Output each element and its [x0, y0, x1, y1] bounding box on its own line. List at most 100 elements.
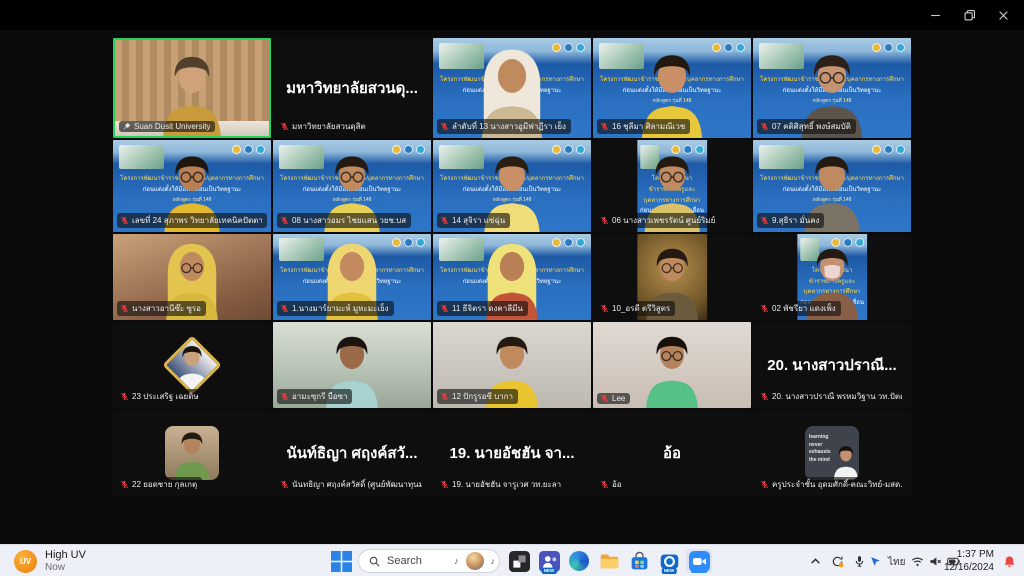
participant-name-label: 12 ปักรูรอซี บากา [452, 390, 513, 403]
participant-tile[interactable]: learning never exhausts the mind ครูประจ… [753, 410, 911, 496]
muted-mic-icon [600, 216, 609, 225]
taskbar-app-dark-square[interactable] [506, 549, 532, 573]
taskbar-app-edge[interactable] [566, 549, 592, 573]
participant-tile[interactable]: โครงการพัฒนาข้าราชการครูและบุคลากรทางการ… [433, 38, 591, 138]
participant-tile[interactable]: นันท์ธิญา ศฤงค์สวั...นันทธิญา ศฤงค์สวัสด… [273, 410, 431, 496]
muted-mic-icon [760, 480, 769, 489]
participant-label-bar: 10_อรดี ตรีวิสูตร [597, 301, 675, 316]
participant-tile[interactable]: โครงการพัฒนาข้าราชการครูและบุคลากรทางการ… [273, 234, 431, 320]
participant-tile[interactable]: โครงการพัฒนาข้าราชการครูและบุคลากรทางการ… [433, 234, 591, 320]
dark-square-app-icon [509, 551, 530, 572]
chevron-up-icon [809, 555, 822, 568]
tray-volume-muted[interactable] [926, 552, 944, 570]
taskbar-app-file-explorer[interactable] [596, 549, 622, 573]
participant-name-label: Suan Dusit University [134, 122, 210, 131]
participant-tile[interactable]: 23 ประเสริฐ เฉยดิษ [113, 322, 271, 408]
tray-update[interactable] [828, 552, 846, 570]
teams-new-badge: NEW [542, 568, 557, 574]
taskbar-app-teams[interactable]: NEW [536, 549, 562, 573]
tray-pointer[interactable] [866, 552, 884, 570]
taskbar-app-zoom[interactable] [686, 549, 712, 573]
participant-label-bar: อ้อ [597, 477, 627, 492]
participant-label-bar: ครูประจำชั้น อุดมศักดิ์-คณะวิทย์-มสด. [757, 477, 907, 492]
slide-logos [392, 145, 425, 154]
search-input[interactable]: Search ♪ ♪ [358, 549, 500, 573]
participant-tile[interactable]: โครงการพัฒนาข้าราชการครูและบุคลากรทางการ… [433, 140, 591, 232]
participant-tile[interactable]: Lee [593, 322, 751, 408]
participant-tile[interactable]: โครงการพัฒนาข้าราชการครูและบุคลากรทางการ… [593, 140, 751, 232]
participant-tile[interactable]: 12 ปักรูรอซี บากา [433, 322, 591, 408]
muted-mic-icon [280, 216, 289, 225]
participant-name-label: Lee [612, 394, 625, 403]
restore-button[interactable] [952, 4, 986, 26]
muted-mic-icon [280, 392, 289, 401]
logo-icon [564, 145, 573, 154]
file-explorer-icon [599, 551, 620, 572]
participant-video-person [632, 327, 713, 408]
logo-icon [576, 238, 585, 247]
participant-label-bar: 14 สุจิรา แซ่ฉุ่น [437, 213, 510, 228]
logo-icon [244, 145, 253, 154]
taskbar-app-outlook[interactable]: NEW [656, 549, 682, 573]
search-icon [369, 556, 380, 567]
tray-notification-bell[interactable] [1000, 552, 1018, 570]
weather-widget[interactable]: UV High UV Now [14, 549, 86, 573]
participant-name-label: 10_อรดี ตรีวิสูตร [612, 302, 670, 315]
logo-icon [392, 238, 401, 247]
participant-tile[interactable]: โครงการพัฒนาข้าราชการครูและบุคลากรทางการ… [273, 140, 431, 232]
participant-name-label: นันทธิญา ศฤงค์สวัสดิ์ (ศูนย์พัฒนาทุนมนุษ… [292, 478, 422, 491]
participant-name-label: 06 นางสาวเพชรรัตน์ ศูนย์ริมย์ [612, 214, 715, 227]
muted-mic-icon [760, 392, 769, 401]
language-indicator[interactable]: ไทย [888, 555, 905, 570]
participant-label-bar: อามะซุกรี บือซา [277, 389, 352, 404]
logo-icon [576, 43, 585, 52]
participant-tile[interactable]: 20. นางสาวปราณี...20. นางสาวปราณี พรหมวิ… [753, 322, 911, 408]
volume-muted-icon [929, 555, 942, 568]
participant-tile[interactable]: อ้ออ้อ [593, 410, 751, 496]
muted-mic-icon [440, 480, 449, 489]
participant-tile[interactable]: มหาวิทยาลัยสวนดุ...มหาวิทยาลัยสวนดุสิต [273, 38, 431, 138]
participant-label-bar: 06 นางสาวเพชรรัตน์ ศูนย์ริมย์ [597, 213, 720, 228]
participant-name-label: 16 ชุลีมา ศิลามณีเวช [612, 120, 685, 133]
participant-label-bar: 19. นายอัชฮัน จารูเวศ วท.ยะลา [437, 477, 566, 492]
participant-name-label: อามะซุกรี บือซา [292, 390, 347, 403]
muted-mic-icon [600, 304, 609, 313]
participant-tile[interactable]: 10_อรดี ตรีวิสูตร [593, 234, 751, 320]
participant-tile[interactable]: นางสาวอานีซ๊ะ ซูรอ [113, 234, 271, 320]
participant-name-label: มหาวิทยาลัยสวนดุสิต [292, 120, 366, 133]
muted-mic-icon [760, 122, 769, 131]
start-button[interactable] [328, 549, 354, 573]
participant-tile[interactable]: โครงการพัฒนาข้าราชการครูและบุคลากรทางการ… [113, 140, 271, 232]
participant-tile[interactable]: Suan Dusit University [113, 38, 271, 138]
participant-label-bar: 22 ยอดชาย กุลเกตุ [117, 477, 202, 492]
logo-icon [896, 43, 905, 52]
logo-icon [576, 145, 585, 154]
tray-wifi[interactable] [908, 552, 926, 570]
minimize-button[interactable] [918, 4, 952, 26]
participant-label-bar: 02 พัชรียา แดงเพ็ง [757, 301, 841, 316]
widget-subtitle: Now [45, 562, 86, 574]
logo-icon [884, 43, 893, 52]
participant-tile[interactable]: 19. นายอัชฮัน จา...19. นายอัชฮัน จารูเวศ… [433, 410, 591, 496]
tray-chevron-up[interactable] [806, 552, 824, 570]
participant-name-label: 20. นางสาวปราณี พรหมวิฐาน วท.ปัตตานี [772, 390, 902, 403]
participant-tile[interactable]: โครงการพัฒนาข้าราชการครูและบุคลากรทางการ… [753, 140, 911, 232]
participant-name-label: ลำดับที่ 13 นางสาวอูมีฟาฏีรา เย็ง [452, 120, 566, 133]
muted-mic-icon [600, 122, 609, 131]
participant-name-label: 08 นางสาวอมร ไชยแสน วยช.บส [292, 214, 406, 227]
participant-tile[interactable]: โครงการพัฒนาข้าราชการครูและบุคลากรทางการ… [753, 38, 911, 138]
participant-label-bar: 12 ปักรูรอซี บากา [437, 389, 518, 404]
close-button[interactable] [986, 4, 1020, 26]
music-note-icon: ♪ [454, 556, 459, 566]
participant-tile[interactable]: 22 ยอดชาย กุลเกตุ [113, 410, 271, 496]
participant-tile[interactable]: โครงการพัฒนาข้าราชการครูและบุคลากรทางการ… [593, 38, 751, 138]
participant-tile[interactable]: อามะซุกรี บือซา [273, 322, 431, 408]
taskbar-app-store[interactable] [626, 549, 652, 573]
participant-name-label: 23 ประเสริฐ เฉยดิษ [132, 390, 199, 403]
logo-icon [552, 238, 561, 247]
participant-tile[interactable]: โครงการพัฒนาข้าราชการครูและบุคลากรทางการ… [753, 234, 911, 320]
participant-label-bar: 11 ธีจิตรา ดงคาลีมีน [437, 301, 528, 316]
logo-icon [564, 43, 573, 52]
taskbar-clock[interactable]: 1:37 PM 12/16/2024 [944, 548, 994, 574]
participant-name-label: 1.นางมาร์ยามะห์ มูหะมะเย็ง [292, 302, 389, 315]
